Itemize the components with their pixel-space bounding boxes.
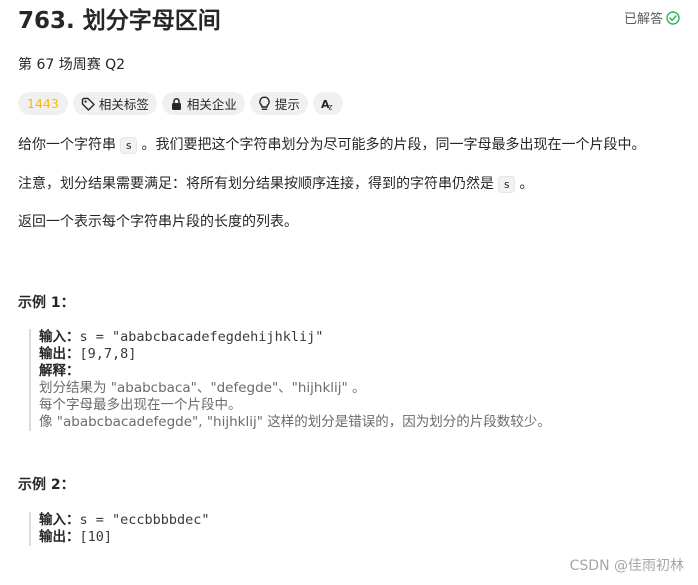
difficulty-rating-badge[interactable]: 1443: [18, 92, 68, 115]
svg-text:z: z: [328, 102, 332, 111]
related-companies-label: 相关企业: [186, 97, 237, 112]
lightbulb-icon: [258, 96, 271, 111]
description-paragraph-2: 注意，划分结果需要满足：将所有划分结果按顺序连接，得到的字符串仍然是 s 。: [18, 176, 534, 193]
example-2-heading: 示例 2：: [18, 477, 75, 493]
check-circle-icon: [666, 10, 680, 25]
example-2-input: 输入：s = "eccbbbbdec": [39, 512, 210, 528]
example-1-explain-line-2: 每个字母最多出现在一个片段中。: [39, 397, 242, 413]
example-2-output: 输出：[10]: [39, 529, 113, 545]
difficulty-rating: 1443: [27, 96, 59, 111]
description-paragraph-3: 返回一个表示每个字符串片段的长度的列表。: [18, 214, 298, 230]
problem-title: 763. 划分字母区间: [18, 8, 221, 34]
example-1-explain-line-1: 划分结果为 "ababcbaca"、"defegde"、"hijhklij" 。: [39, 380, 366, 396]
example-1-output: 输出：[9,7,8]: [39, 346, 137, 362]
example-1-heading: 示例 1：: [18, 295, 75, 311]
contest-link[interactable]: 第 67 场周赛 Q2: [18, 54, 125, 74]
example-1-explain-line-3: 像 "ababcbacadefegde", "hijhklij" 这样的划分是错…: [39, 414, 551, 430]
lock-icon: [170, 97, 183, 111]
related-tags-label: 相关标签: [98, 97, 149, 112]
tag-bar: 1443 相关标签 相关企业 提示 Az: [18, 92, 343, 115]
inline-code-s: s: [498, 176, 516, 193]
description-paragraph-1: 给你一个字符串 s 。我们要把这个字符串划分为尽可能多的片段，同一字母最多出现在…: [18, 137, 646, 154]
hint-label: 提示: [274, 97, 300, 112]
watermark: CSDN @佳雨初林: [569, 558, 684, 574]
related-companies-button[interactable]: 相关企业: [161, 92, 245, 115]
example-1-block: 输入：s = "ababcbacadefegdehijhklij" 输出：[9,…: [29, 329, 551, 431]
solved-label: 已解答: [623, 12, 663, 27]
related-tags-button[interactable]: 相关标签: [72, 92, 157, 115]
translate-button[interactable]: Az: [312, 92, 343, 115]
inline-code-s: s: [120, 137, 138, 154]
example-2-block: 输入：s = "eccbbbbdec" 输出：[10]: [29, 512, 210, 546]
tag-icon: [81, 97, 95, 111]
hint-button[interactable]: 提示: [249, 92, 308, 115]
solved-status[interactable]: 已解答: [624, 8, 680, 27]
example-1-input: 输入：s = "ababcbacadefegdehijhklij": [39, 329, 324, 345]
translate-icon: Az: [320, 97, 336, 111]
example-1-explain-label: 解释：: [39, 363, 80, 379]
